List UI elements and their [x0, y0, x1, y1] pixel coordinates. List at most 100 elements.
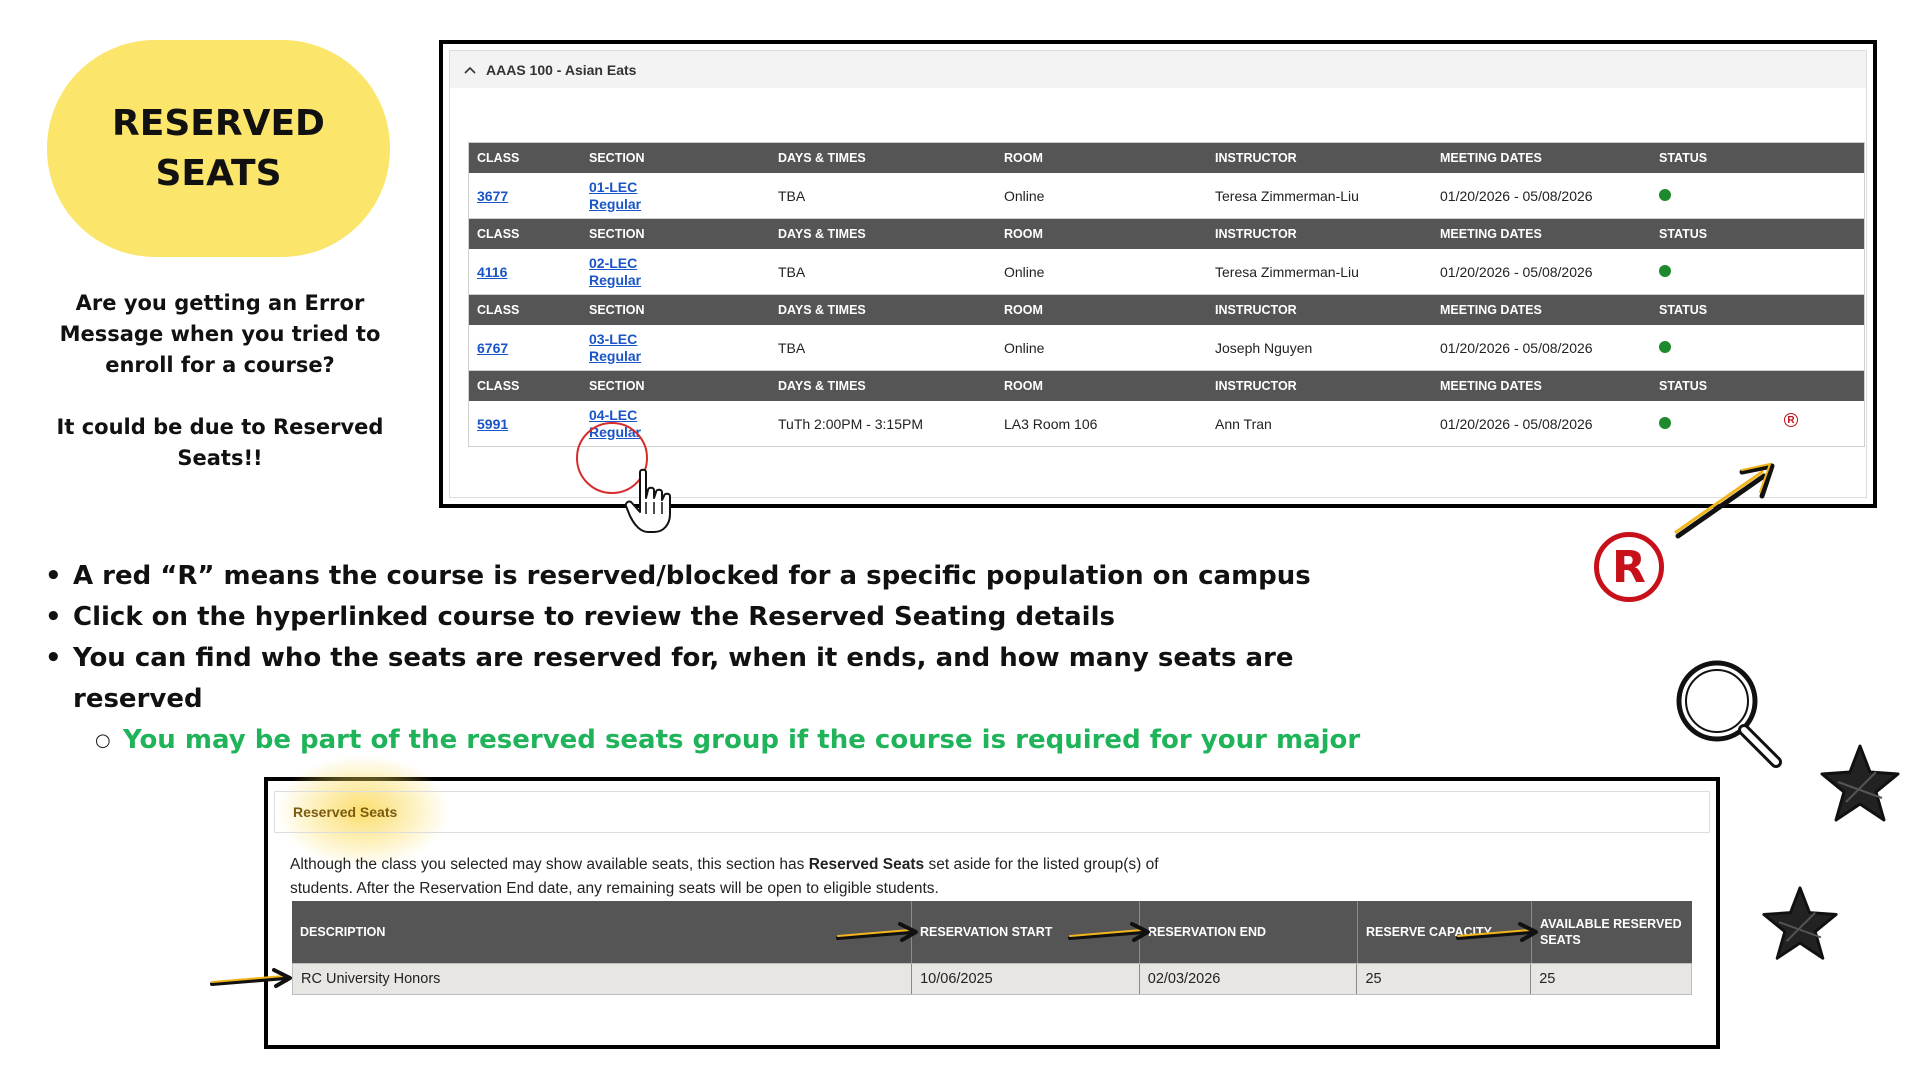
- section-table: CLASS SECTION DAYS & TIMES ROOM INSTRUCT…: [468, 370, 1865, 447]
- status-open-icon: [1659, 188, 1671, 201]
- course-body: CLASS SECTION DAYS & TIMES ROOM INSTRUCT…: [449, 88, 1867, 498]
- section-row: 5991 04-LEC Regular TuTh 2:00PM - 3:15PM …: [469, 401, 1864, 446]
- reserved-seats-description: Although the class you selected may show…: [290, 856, 1159, 897]
- reservation-start-cell: 10/06/2025: [912, 964, 1140, 994]
- header-days: DAYS & TIMES: [778, 151, 866, 165]
- arrow-icon: [1674, 462, 1775, 539]
- meeting-dates: 01/20/2026 - 05/08/2026: [1440, 339, 1593, 356]
- arrow-icon: [210, 968, 292, 988]
- header-class: CLASS: [477, 227, 520, 241]
- header-status: STATUS: [1659, 227, 1708, 241]
- section-table: CLASS SECTION DAYS & TIMES ROOM INSTRUCT…: [468, 294, 1865, 371]
- header-dates: MEETING DATES: [1440, 303, 1542, 317]
- header-status: STATUS: [1659, 379, 1708, 393]
- section-table: CLASS SECTION DAYS & TIMES ROOM INSTRUCT…: [468, 142, 1865, 219]
- header-instructor: INSTRUCTOR: [1215, 379, 1297, 393]
- course-title: AAAS 100 - Asian Eats: [486, 62, 637, 78]
- meeting-dates: 01/20/2026 - 05/08/2026: [1440, 263, 1593, 280]
- bullet-list: A red “R” means the course is reserved/b…: [43, 556, 1393, 761]
- registered-icon[interactable]: R: [1784, 413, 1798, 427]
- header-instructor: INSTRUCTOR: [1215, 227, 1297, 241]
- header-description: DESCRIPTION: [292, 901, 912, 963]
- section-row: 3677 01-LEC Regular TBA Online Teresa Zim…: [469, 173, 1864, 218]
- header-class: CLASS: [477, 151, 520, 165]
- header-status: STATUS: [1659, 303, 1708, 317]
- section-code: 03-LEC: [589, 330, 638, 347]
- section-table: CLASS SECTION DAYS & TIMES ROOM INSTRUCT…: [468, 218, 1865, 295]
- status-open-icon: [1659, 416, 1671, 429]
- header-days: DAYS & TIMES: [778, 303, 866, 317]
- section-type: Regular: [589, 347, 642, 364]
- days-times: TuTh 2:00PM - 3:15PM: [778, 415, 923, 432]
- title-text: RESERVED SEATS: [112, 102, 325, 194]
- arrow-icon: [1068, 922, 1150, 942]
- section-link[interactable]: 03-LEC Regular: [589, 331, 770, 365]
- reserved-seats-screenshot: Reserved Seats Although the class you se…: [264, 756, 1720, 1049]
- section-link[interactable]: 02-LEC Regular: [589, 255, 770, 289]
- meeting-dates: 01/20/2026 - 05/08/2026: [1440, 415, 1593, 432]
- header-status: STATUS: [1659, 151, 1708, 165]
- days-times: TBA: [778, 187, 806, 204]
- course-header[interactable]: AAAS 100 - Asian Eats: [449, 50, 1867, 90]
- title-pill: RESERVED SEATS: [47, 40, 390, 257]
- header-room: ROOM: [1004, 151, 1043, 165]
- room: Online: [1004, 187, 1045, 204]
- description-cell: RC University Honors: [293, 964, 913, 994]
- table-row: RC University Honors 10/06/2025 02/03/20…: [292, 963, 1692, 995]
- header-section: SECTION: [589, 379, 645, 393]
- class-number-link[interactable]: 6767: [477, 340, 508, 356]
- header-instructor: INSTRUCTOR: [1215, 303, 1297, 317]
- instructor: Joseph Nguyen: [1215, 339, 1313, 356]
- available-seats-cell: 25: [1539, 971, 1556, 987]
- section-code: 02-LEC: [589, 254, 638, 271]
- room: LA3 Room 106: [1004, 415, 1098, 432]
- header-room: ROOM: [1004, 227, 1043, 241]
- header-available-seats: AVAILABLE RESERVED SEATS: [1540, 917, 1682, 947]
- star-doodle-icon: [1820, 744, 1900, 822]
- magnifier-icon: [1676, 660, 1782, 768]
- intro-text: Are you getting an Error Message when yo…: [40, 288, 400, 474]
- arrow-icon: [836, 922, 918, 942]
- bullet-item: You can find who the seats are reserved …: [43, 638, 1393, 720]
- sub-bullet-item: You may be part of the reserved seats gr…: [43, 720, 1393, 761]
- header-days: DAYS & TIMES: [778, 227, 866, 241]
- status-open-icon: [1659, 264, 1671, 277]
- reserved-seats-table: DESCRIPTION RESERVATION START RESERVATIO…: [292, 901, 1692, 995]
- reserved-seats-title: Reserved Seats: [293, 804, 398, 820]
- header-dates: MEETING DATES: [1440, 227, 1542, 241]
- header-class: CLASS: [477, 379, 520, 393]
- header-section: SECTION: [589, 227, 645, 241]
- instructor: Teresa Zimmerman-Liu: [1215, 187, 1359, 204]
- class-number-link[interactable]: 5991: [477, 416, 508, 432]
- instructor: Ann Tran: [1215, 415, 1272, 432]
- section-link[interactable]: 01-LEC Regular: [589, 179, 770, 213]
- section-row: 4116 02-LEC Regular TBA Online Teresa Zim…: [469, 249, 1864, 294]
- chevron-up-icon: [464, 66, 476, 74]
- room: Online: [1004, 339, 1045, 356]
- section-header-row: CLASS SECTION DAYS & TIMES ROOM INSTRUCT…: [469, 143, 1864, 173]
- reserve-capacity-cell: 25: [1357, 964, 1532, 994]
- class-number-link[interactable]: 3677: [477, 188, 508, 204]
- intro-answer: It could be due to Reserved Seats!!: [56, 415, 384, 470]
- header-section: SECTION: [589, 303, 645, 317]
- section-header-row: CLASS SECTION DAYS & TIMES ROOM INSTRUCT…: [469, 295, 1864, 325]
- days-times: TBA: [778, 263, 806, 280]
- section-type: Regular: [589, 271, 642, 288]
- bullet-item: A red “R” means the course is reserved/b…: [43, 556, 1393, 597]
- days-times: TBA: [778, 339, 806, 356]
- class-number-link[interactable]: 4116: [477, 264, 507, 280]
- meeting-dates: 01/20/2026 - 05/08/2026: [1440, 187, 1593, 204]
- section-header-row: CLASS SECTION DAYS & TIMES ROOM INSTRUCT…: [469, 219, 1864, 249]
- header-dates: MEETING DATES: [1440, 151, 1542, 165]
- instructor: Teresa Zimmerman-Liu: [1215, 263, 1359, 280]
- status-open-icon: [1659, 340, 1671, 353]
- header-section: SECTION: [589, 151, 645, 165]
- header-instructor: INSTRUCTOR: [1215, 151, 1297, 165]
- hand-pointer-icon: [624, 468, 671, 533]
- header-reservation-end: RESERVATION END: [1140, 901, 1358, 963]
- header-class: CLASS: [477, 303, 520, 317]
- reserved-seats-header: Reserved Seats: [274, 791, 1710, 833]
- registered-icon: R: [1594, 532, 1664, 602]
- section-type: Regular: [589, 195, 642, 212]
- reservation-end-cell: 02/03/2026: [1140, 964, 1358, 994]
